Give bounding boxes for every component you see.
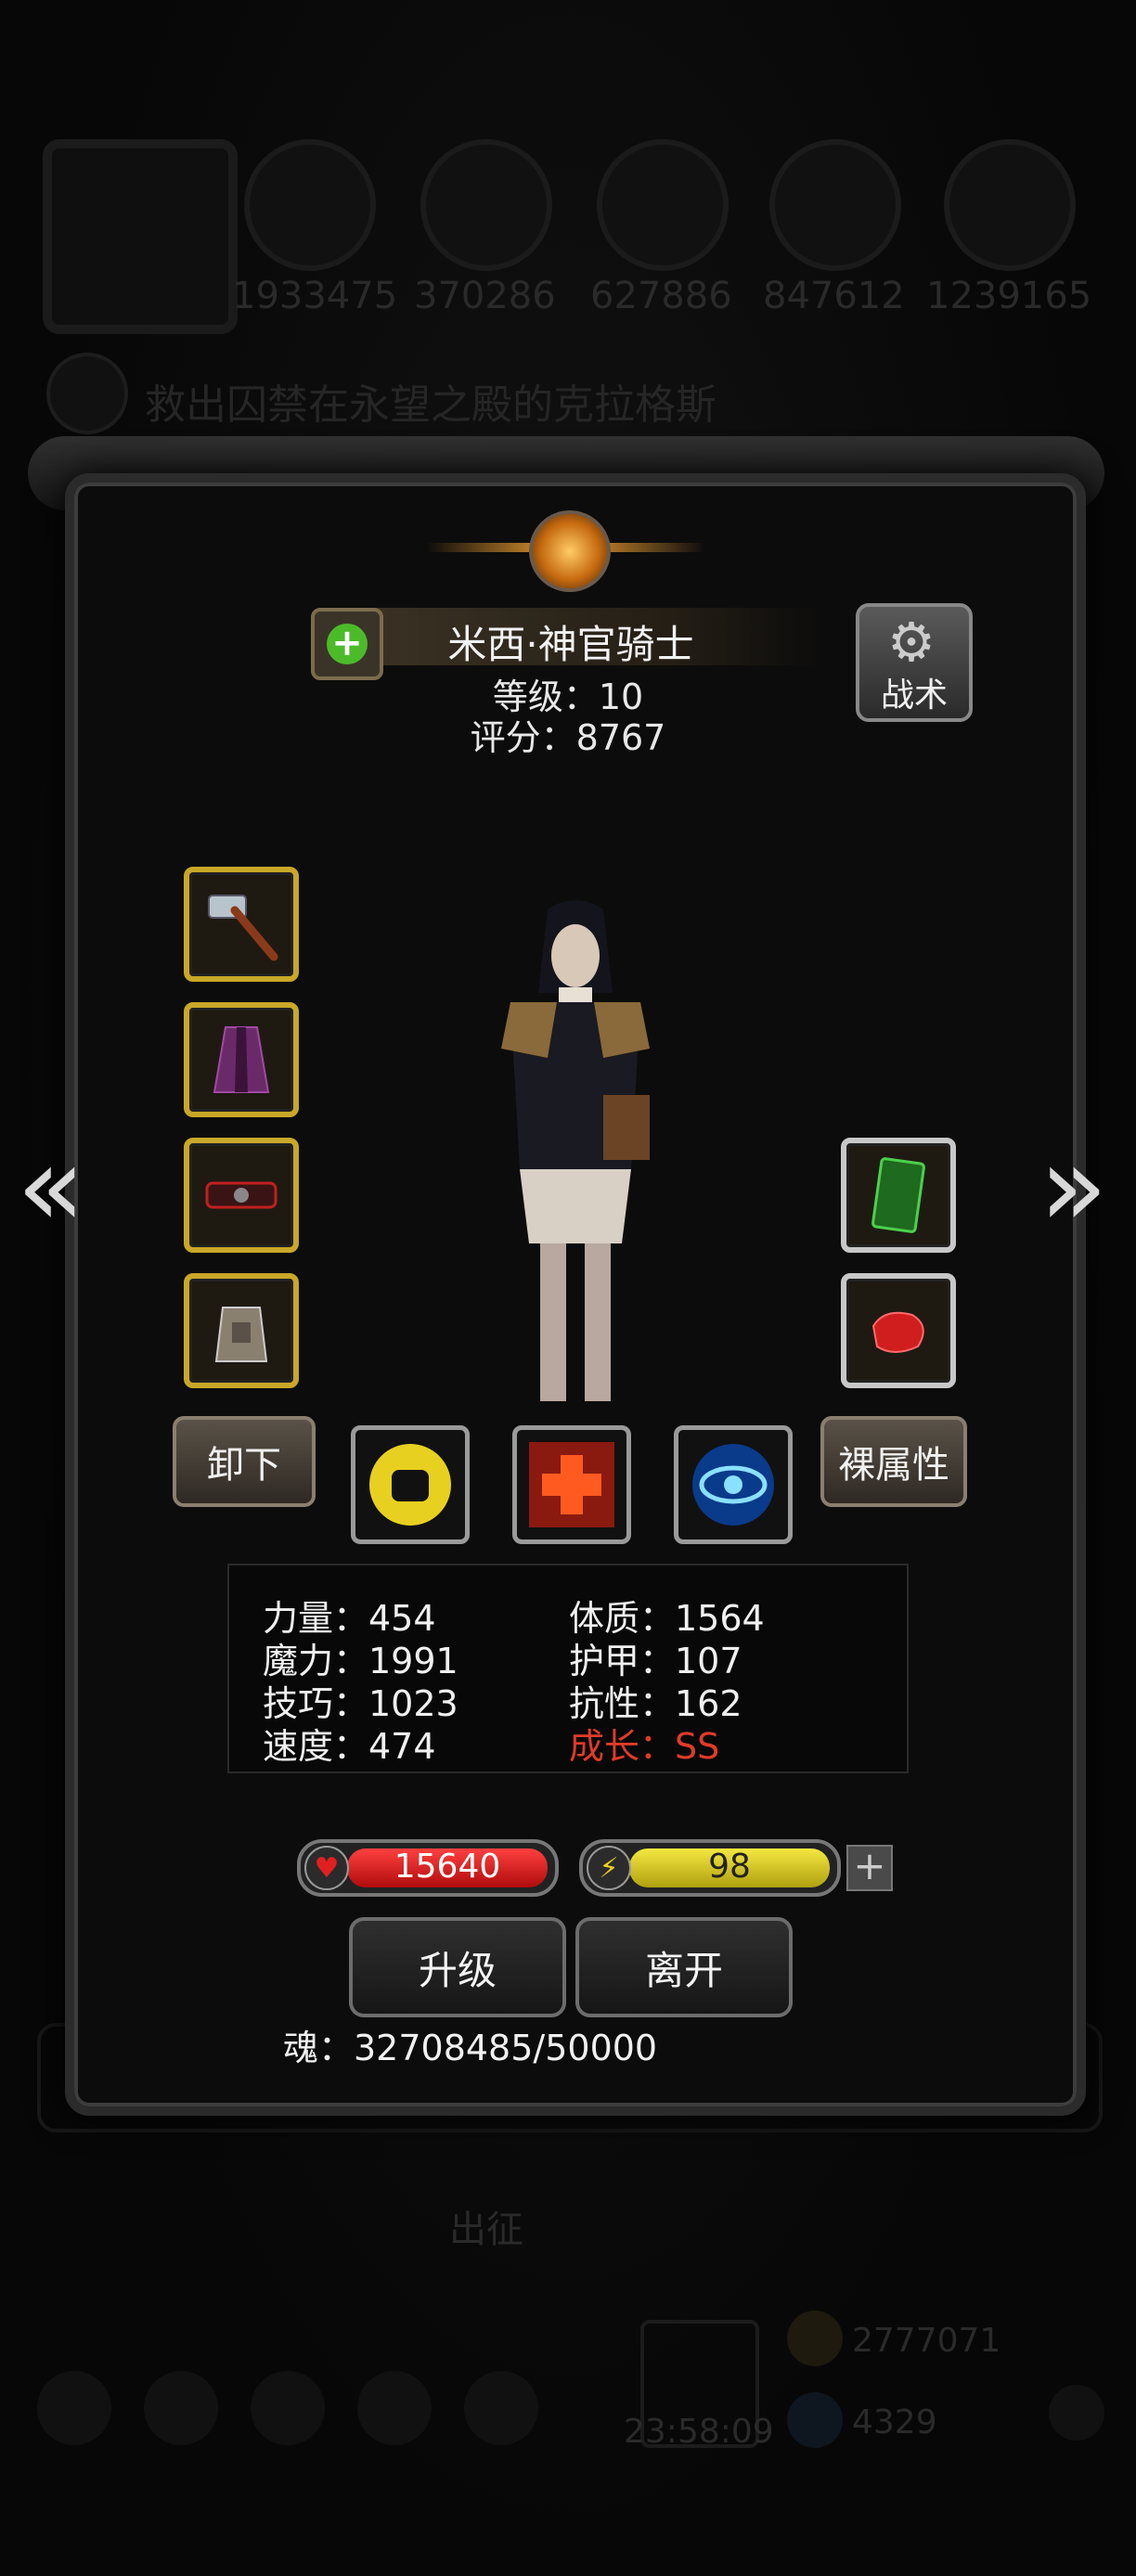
- upgrade-button[interactable]: 升级: [349, 1917, 566, 2017]
- bg-gem-amount: 4329: [852, 2403, 937, 2441]
- equip-slot-accessory[interactable]: [184, 1273, 299, 1388]
- fist-icon: [369, 1444, 451, 1526]
- stamina-value: 98: [708, 1848, 751, 1886]
- equip-slot-armor[interactable]: [184, 1002, 299, 1117]
- soul-progress: 魂：32708485/50000: [283, 2028, 658, 2068]
- stamina-bar: ⚡ 98: [579, 1839, 841, 1897]
- hero-character-figure: [473, 891, 678, 1410]
- leave-button[interactable]: 离开: [575, 1917, 793, 2017]
- bg-resource-3-count: 627886: [590, 275, 732, 317]
- skill-eye[interactable]: [674, 1425, 793, 1544]
- hp-bar: ♥ 15640: [297, 1839, 559, 1897]
- stats-panel: 力量：454 魔力：1991 技巧：1023 速度：474 体质：1564 护甲…: [227, 1564, 909, 1773]
- bg-menu-icon-2: [144, 2371, 218, 2445]
- robe-icon: [213, 1026, 270, 1093]
- equip-slot-belt[interactable]: [184, 1138, 299, 1253]
- stat-growth: 成长：SS: [569, 1726, 720, 1767]
- eye-icon: [692, 1444, 774, 1526]
- gear-icon: ⚙: [887, 611, 936, 674]
- hero-name: 米西·神官骑士: [447, 622, 694, 667]
- bg-menu-icon-5: [464, 2371, 538, 2445]
- bg-gold-icon: [787, 2311, 843, 2366]
- cross-icon: [529, 1442, 614, 1527]
- heart-icon: ♥: [304, 1846, 349, 1890]
- bg-menu-icon-3: [251, 2371, 325, 2445]
- skill-fist[interactable]: [351, 1425, 470, 1544]
- emblem-icon: [427, 492, 705, 603]
- bg-gem-icon: [787, 2392, 843, 2448]
- red-gem-icon: [871, 1311, 924, 1353]
- equip-slot-gem[interactable]: [841, 1273, 956, 1388]
- bg-menu-icon-4: [357, 2371, 432, 2445]
- hero-name-bar: 米西·神官骑士: [320, 608, 821, 667]
- skill-heal[interactable]: [512, 1425, 631, 1544]
- unequip-button[interactable]: 卸下: [173, 1416, 316, 1507]
- bg-march-label: 出征: [449, 2209, 523, 2251]
- bg-gold-amount: 2777071: [852, 2322, 1001, 2360]
- bg-avatar-frame: [43, 139, 238, 334]
- prev-hero-arrow-icon[interactable]: «: [17, 1132, 84, 1243]
- plus-icon: +: [327, 624, 368, 664]
- bg-quest-icon: [46, 353, 128, 434]
- bg-resource-2-count: 370286: [414, 275, 556, 317]
- green-card-icon: [871, 1157, 925, 1233]
- bg-resource-5-count: 1239165: [926, 275, 1092, 317]
- hammer-icon: [208, 895, 278, 961]
- belt-icon: [205, 1181, 278, 1209]
- equip-slot-weapon[interactable]: [184, 867, 299, 982]
- bg-timer: 23:58:09: [624, 2413, 774, 2451]
- bg-quest-text: 救出囚禁在永望之殿的克拉格斯: [145, 381, 716, 429]
- stat-speed: 速度：474: [263, 1726, 436, 1767]
- next-hero-arrow-icon[interactable]: »: [1039, 1132, 1107, 1243]
- bg-resource-1-count: 1933475: [232, 275, 398, 317]
- add-stamina-button[interactable]: +: [846, 1845, 893, 1891]
- lightning-icon: ⚡: [587, 1846, 631, 1890]
- hero-score: 评分：8767: [470, 717, 666, 758]
- bg-resource-4-count: 847612: [763, 275, 905, 317]
- equip-slot-card[interactable]: [841, 1138, 956, 1253]
- hp-value: 15640: [394, 1848, 501, 1886]
- base-attributes-button[interactable]: 裸属性: [820, 1416, 967, 1507]
- bg-add-icon: [1049, 2385, 1104, 2441]
- bg-menu-icon-1: [37, 2371, 111, 2445]
- pouch-icon: [214, 1307, 268, 1362]
